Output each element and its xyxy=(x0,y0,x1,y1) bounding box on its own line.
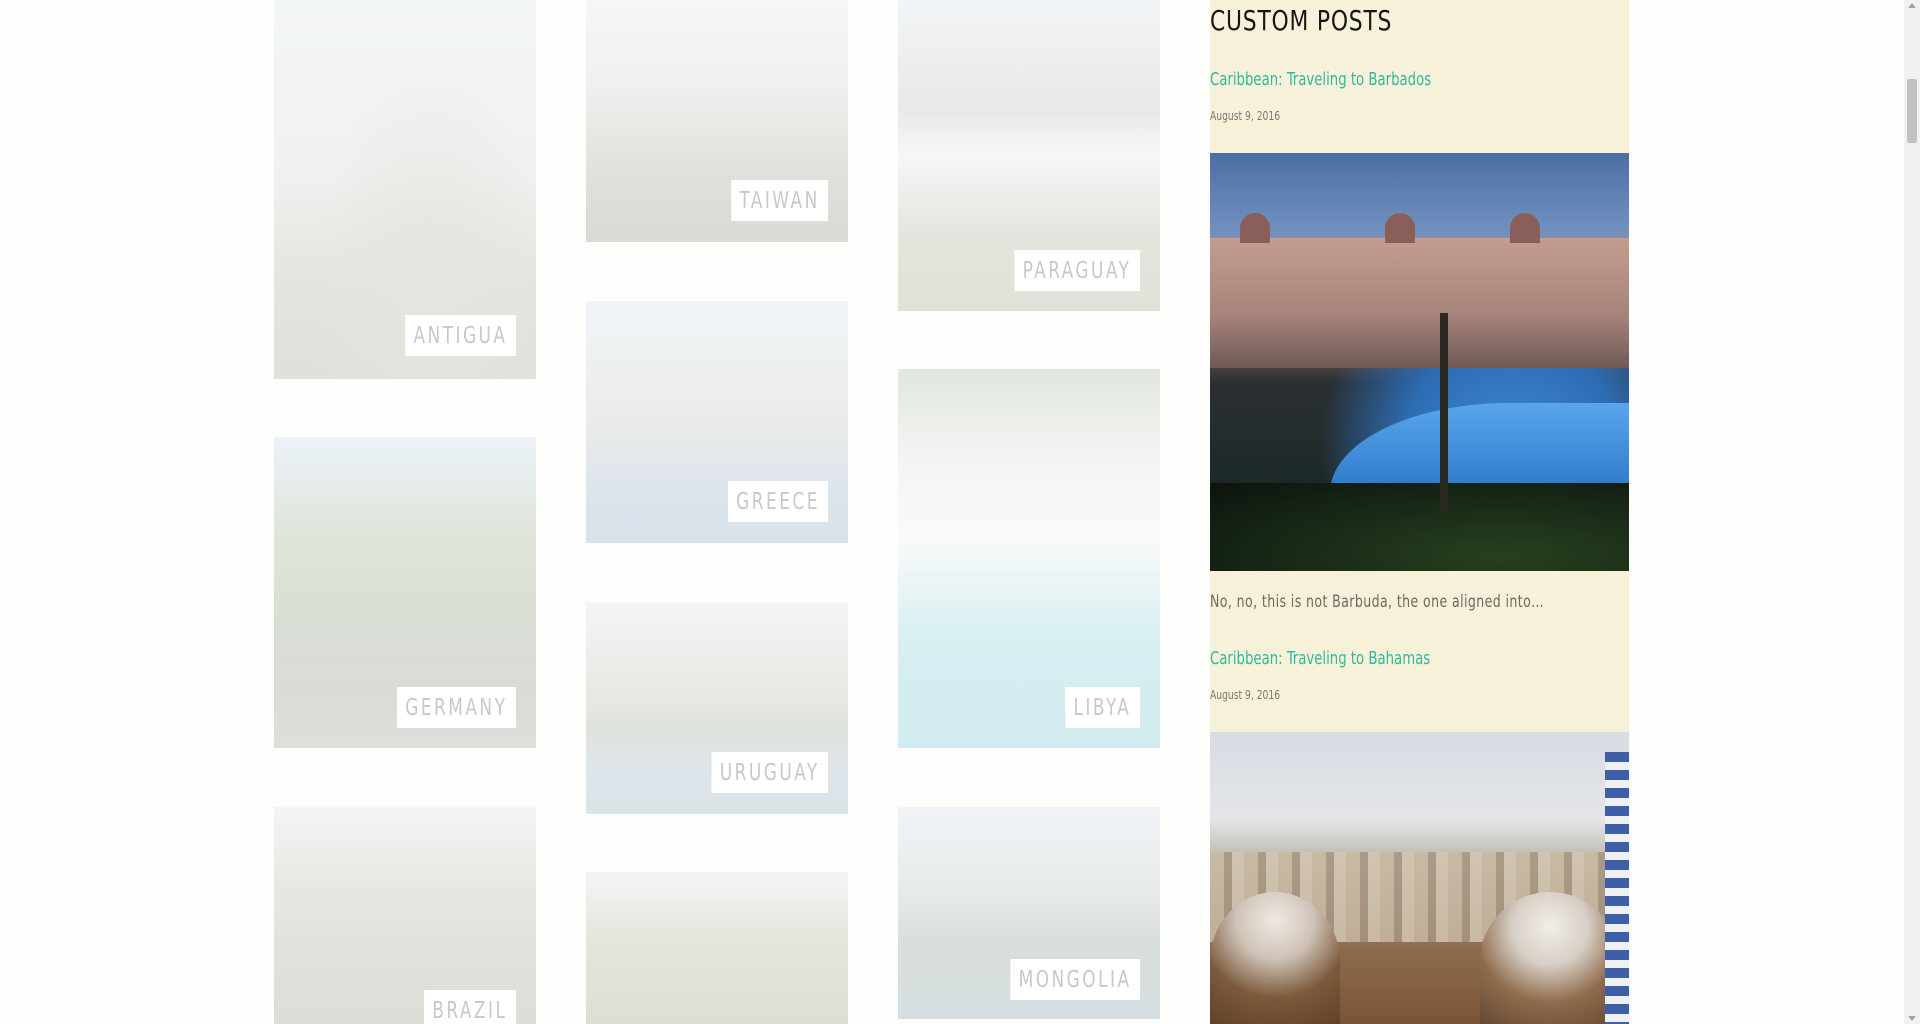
destination-tile[interactable] xyxy=(586,872,848,1024)
destination-tile-taiwan[interactable]: TAIWAN xyxy=(586,0,848,242)
destination-label[interactable]: PARAGUAY xyxy=(1014,250,1140,291)
destination-tile-uruguay[interactable]: URUGUAY xyxy=(586,602,848,814)
post-date: August 9, 2016 xyxy=(1210,109,1281,123)
destination-label[interactable]: URUGUAY xyxy=(711,752,828,793)
post-excerpt: No, no, this is not Barbuda, the one ali… xyxy=(1210,592,1545,612)
post-date: August 9, 2016 xyxy=(1210,688,1281,702)
post-title-link[interactable]: Caribbean: Traveling to Barbados xyxy=(1210,69,1431,90)
destination-label[interactable]: LIBYA xyxy=(1065,687,1140,728)
destination-tile-paraguay[interactable]: PARAGUAY xyxy=(898,0,1160,311)
scroll-up-arrow-icon[interactable] xyxy=(1908,3,1916,8)
page: ANTIGUA GERMANY BRAZIL TAIWAN GREECE URU… xyxy=(0,0,1904,1024)
destination-tile-mongolia[interactable]: MONGOLIA xyxy=(898,807,1160,1019)
post-thumbnail[interactable] xyxy=(1210,732,1629,1024)
destination-label[interactable]: GREECE xyxy=(727,481,828,522)
destination-label[interactable]: TAIWAN xyxy=(731,180,828,221)
destination-tile-germany[interactable]: GERMANY xyxy=(274,437,536,748)
destination-tile-libya[interactable]: LIBYA xyxy=(898,369,1160,748)
vertical-scrollbar[interactable] xyxy=(1904,0,1920,1024)
scroll-down-arrow-icon[interactable] xyxy=(1908,1016,1916,1021)
widget-title: CUSTOM POSTS xyxy=(1210,4,1393,37)
destination-label[interactable]: ANTIGUA xyxy=(405,315,516,356)
post-title-link[interactable]: Caribbean: Traveling to Bahamas xyxy=(1210,648,1430,669)
scrollbar-thumb[interactable] xyxy=(1907,79,1917,143)
destination-tile-brazil[interactable]: BRAZIL xyxy=(274,807,536,1024)
post-thumbnail[interactable] xyxy=(1210,153,1629,571)
destination-label[interactable]: GERMANY xyxy=(397,687,516,728)
custom-posts-widget: CUSTOM POSTS Caribbean: Traveling to Bar… xyxy=(1210,0,1629,1024)
destination-label[interactable]: MONGOLIA xyxy=(1010,959,1140,1000)
destination-tile-greece[interactable]: GREECE xyxy=(586,301,848,543)
destination-tile-antigua[interactable]: ANTIGUA xyxy=(274,0,536,379)
destination-label[interactable]: BRAZIL xyxy=(424,990,516,1024)
